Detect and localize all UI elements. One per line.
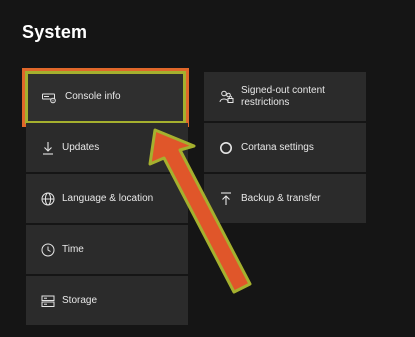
globe-icon <box>40 191 56 207</box>
clock-icon <box>40 242 56 258</box>
tile-label: Storage <box>62 295 98 306</box>
upload-icon <box>218 191 234 207</box>
tile-label: Updates <box>62 142 100 153</box>
tile-signed-out-restrictions[interactable]: Signed-out content restrictions <box>204 72 366 121</box>
tile-label: Console info <box>65 91 121 102</box>
tile-label: Signed-out content restrictions <box>241 85 325 108</box>
storage-icon <box>40 293 56 309</box>
tile-language-location[interactable]: Language & location <box>26 174 188 223</box>
tile-label: Language & location <box>62 193 154 204</box>
tile-label: Cortana settings <box>241 142 314 153</box>
tile-storage[interactable]: Storage <box>26 276 188 325</box>
tile-label: Backup & transfer <box>241 193 321 204</box>
tile-updates[interactable]: Updates <box>26 123 188 172</box>
tile-time[interactable]: Time <box>26 225 188 274</box>
cortana-icon <box>218 140 234 156</box>
tile-console-info[interactable]: Console info <box>22 68 189 127</box>
console-icon <box>41 90 57 106</box>
tile-cortana-settings[interactable]: Cortana settings <box>204 123 366 172</box>
download-icon <box>40 140 56 156</box>
page-title: System <box>22 22 88 42</box>
tile-label: Time <box>62 244 84 255</box>
people-lock-icon <box>218 89 234 105</box>
tile-backup-transfer[interactable]: Backup & transfer <box>204 174 366 223</box>
